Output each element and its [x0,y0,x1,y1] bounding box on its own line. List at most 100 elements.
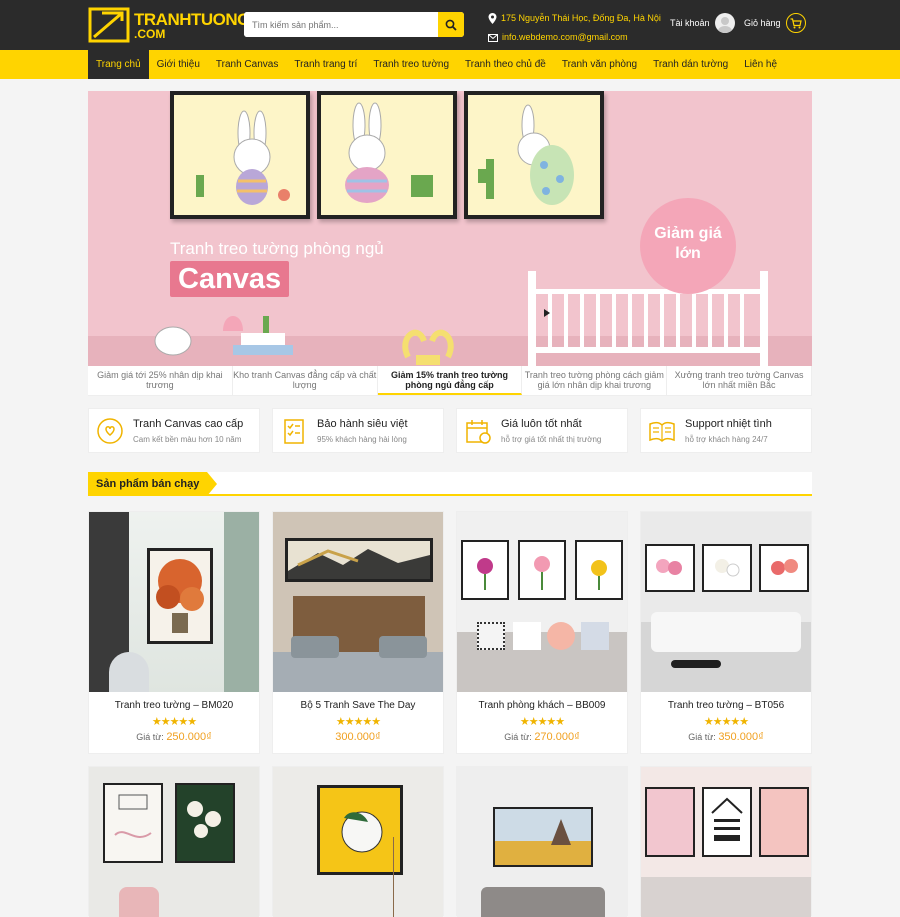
search-button[interactable] [438,12,464,37]
crib-illustration [528,271,768,366]
sale-line-2: lớn [675,245,701,262]
price-value: 300.000₫ [335,731,381,743]
product-image[interactable] [273,512,443,692]
nav-item-wallpaper[interactable]: Tranh dán tường [645,50,736,79]
product-image[interactable] [273,767,443,917]
product-price: Giá từ: 250.000₫ [89,731,259,743]
rating-stars: ★★★★★ [703,716,749,728]
price-value: 270.000₫ [534,731,580,743]
price-label: Giá từ: [688,732,716,742]
slider-tab[interactable]: Tranh treo tường phòng cách giảm giá lớn… [522,366,668,395]
nav-item-home[interactable]: Trang chủ [88,50,149,79]
cart-link[interactable]: Giỏ hàng [744,13,806,33]
feature-subtitle: Cam kết bền màu hơn 10 năm [133,434,242,444]
slider-tab[interactable]: Giảm giá tới 25% nhân dịp khai trương [88,366,233,395]
nav-item-contact[interactable]: Liên hệ [736,50,785,79]
cart-label: Giỏ hàng [744,18,781,28]
slider-next-icon[interactable] [544,309,550,317]
feature-subtitle: 95% khách hàng hài lòng [317,434,407,444]
price-value: 350.000₫ [718,731,764,743]
antler-decor [402,329,454,365]
slider-tab[interactable]: Xưởng tranh treo tường Canvas lớn nhất m… [667,366,812,395]
feature-title: Tranh Canvas cao cấp [133,417,244,430]
bunny-frame-2 [317,91,457,219]
slider-tab-active[interactable]: Giảm 15% tranh treo tường phòng ngủ đẳng… [377,366,523,395]
contact-info: 175 Nguyễn Thái Học, Đống Đa, Hà Nội inf… [488,9,661,47]
feature-title: Support nhiệt tình [685,417,772,430]
feature-item: Bảo hành siêu việt 95% khách hàng hài lò… [272,408,444,453]
main-nav: Trang chủ Giới thiệu Tranh Canvas Tranh … [0,50,900,79]
price-label: Giá từ: [504,732,532,742]
slider-tabs: Giảm giá tới 25% nhân dịp khai trương Kh… [88,366,812,396]
calendar-money-icon [466,419,491,444]
feature-item: Tranh Canvas cao cấp Cam kết bền màu hơn… [88,408,260,453]
feature-strip: Tranh Canvas cao cấp Cam kết bền màu hơn… [88,408,812,453]
product-card[interactable] [272,766,444,917]
nav-item-decor[interactable]: Tranh trang trí [286,50,365,79]
product-card[interactable]: Tranh treo tường – BM020 ★★★★★ Giá từ: 2… [88,511,260,754]
account-label: Tài khoản [670,18,710,28]
feature-item: Support nhiệt tình hỗ trợ khách hàng 24/… [640,408,812,453]
product-name[interactable]: Tranh treo tường – BM020 [89,700,259,711]
product-price: Giá từ: 270.000₫ [457,731,627,743]
section-header: Sản phẩm bán chạy [88,472,812,496]
nav-item-office[interactable]: Tranh văn phòng [554,50,645,79]
product-card[interactable] [640,766,812,917]
map-pin-icon [488,13,497,24]
checklist-icon [284,418,304,444]
nav-item-themes[interactable]: Tranh theo chủ đề [457,50,554,79]
toys-illustration [154,316,293,356]
section-title: Sản phẩm bán chạy [88,472,218,496]
product-name[interactable]: Bộ 5 Tranh Save The Day [273,700,443,711]
address-text: 175 Nguyễn Thái Học, Đống Đa, Hà Nội [501,13,661,23]
product-price: Giá từ: 350.000₫ [641,731,811,743]
site-logo[interactable]: TRANHTUONGAZ .COM [88,7,272,43]
rating-stars: ★★★★★ [335,716,381,728]
mail-icon [488,33,498,42]
feature-subtitle: hỗ trợ giá tốt nhất thị trường [501,434,602,444]
top-header: TRANHTUONGAZ .COM 175 Nguyễn Thái Học, Đ… [0,0,900,50]
product-image[interactable] [89,512,259,692]
hand-heart-icon [97,417,123,444]
product-name[interactable]: Tranh treo tường – BT056 [641,700,811,711]
search-input[interactable] [244,12,434,37]
bunny-frame-3 [464,91,604,219]
product-name[interactable]: Tranh phòng khách – BB009 [457,700,627,711]
nav-item-about[interactable]: Giới thiệu [149,50,208,79]
feature-title: Bảo hành siêu việt [317,417,408,430]
product-image[interactable] [457,767,627,917]
account-link[interactable]: Tài khoản [670,13,735,33]
price-label: Giá từ: [136,732,164,742]
search-box [244,12,464,37]
price-value: 250.000₫ [166,731,212,743]
brand-domain: .COM [134,27,166,41]
product-card[interactable]: Tranh treo tường – BT056 ★★★★★ Giá từ: 3… [640,511,812,754]
hero-banner[interactable]: Tranh treo tường phòng ngủ Canvas Giảm g… [88,91,812,366]
cart-icon [785,13,806,33]
slider-tab[interactable]: Kho tranh Canvas đẳng cấp và chất lượng [233,366,378,395]
banner-title: Tranh treo tường phòng ngủ [170,239,384,258]
banner-highlight: Canvas [170,261,290,297]
product-image[interactable] [89,767,259,917]
product-image[interactable] [641,512,811,692]
rating-stars: ★★★★★ [151,716,197,728]
feature-item: Giá luôn tốt nhất hỗ trợ giá tốt nhất th… [456,408,628,453]
product-image[interactable] [457,512,627,692]
email-link[interactable]: info.webdemo.com@gmail.com [502,28,628,47]
bunny-frame-1 [170,91,310,219]
search-icon [445,19,457,31]
product-card[interactable]: Bộ 5 Tranh Save The Day ★★★★★ 300.000₫ [272,511,444,754]
sale-line-1: Giảm giá [654,225,722,242]
feature-subtitle: hỗ trợ khách hàng 24/7 [685,434,768,444]
logo-mark-icon [88,7,130,43]
product-image[interactable] [641,767,811,917]
product-card[interactable] [88,766,260,917]
product-card[interactable] [456,766,628,917]
product-card[interactable]: Tranh phòng khách – BB009 ★★★★★ Giá từ: … [456,511,628,754]
nav-item-wall-art[interactable]: Tranh treo tường [365,50,457,79]
sale-badge: Giảm giá lớn [640,198,736,294]
product-price: 300.000₫ [273,731,443,743]
nav-item-canvas[interactable]: Tranh Canvas [208,50,286,79]
book-icon [649,421,675,442]
avatar [714,13,735,33]
